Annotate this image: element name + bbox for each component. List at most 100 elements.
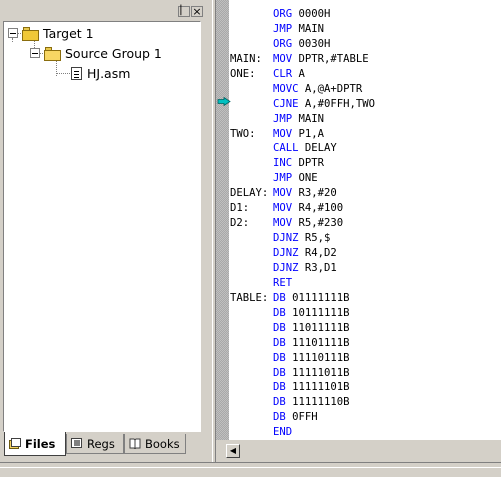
code-mnemonic: DB (273, 291, 286, 304)
code-label: ONE: (230, 67, 256, 80)
tab-label: Books (145, 436, 180, 451)
code-line[interactable]: DB 0FFH (230, 410, 375, 425)
code-mnemonic: MOV (273, 217, 293, 230)
code-line[interactable]: CALL DELAY (230, 141, 375, 156)
code-line[interactable]: DJNZ R4,D2 (230, 246, 375, 261)
code-mnemonic: INC (273, 157, 293, 170)
code-line[interactable]: MOVC A,@A+DPTR (230, 82, 375, 97)
code-mnemonic: DJNZ (273, 247, 299, 259)
code-line[interactable]: JMP MAIN (230, 112, 375, 127)
code-operands: DPTR,#TABLE (298, 52, 369, 65)
code-line[interactable]: DELAY: MOV R3,#20 (230, 186, 375, 201)
tree-node-source-group[interactable]: Source Group 1 (30, 44, 162, 62)
code-mnemonic: DJNZ (273, 232, 299, 245)
code-operands: 01111111B (292, 291, 350, 304)
code-mnemonic: ORG (273, 37, 293, 50)
code-mnemonic: MOVC (273, 82, 299, 95)
code-line[interactable]: D1: MOV R4,#100 (230, 201, 375, 216)
code-operands: R4,D2 (304, 247, 337, 259)
code-operands: R3,D1 (304, 261, 337, 274)
tab-files[interactable]: Files (4, 432, 66, 456)
code-mnemonic: DB (273, 396, 286, 409)
code-mnemonic: CALL (273, 142, 299, 155)
close-pane-button[interactable]: × (191, 6, 203, 17)
code-operands: MAIN (298, 112, 325, 125)
code-operands: 11101111B (292, 336, 350, 349)
code-line[interactable]: JMP ONE (230, 171, 375, 186)
code-line[interactable]: END (230, 425, 375, 440)
code-line[interactable]: MAIN: MOV DPTR,#TABLE (230, 52, 375, 67)
code-operands: R3,#20 (298, 187, 337, 200)
code-label: TABLE: (230, 291, 269, 304)
asm-file-icon (71, 66, 82, 80)
code-mnemonic: DB (273, 366, 286, 379)
code-line[interactable]: ORG 0030H (230, 37, 375, 52)
code-mnemonic: DB (273, 336, 286, 349)
tab-label: Regs (87, 436, 115, 451)
code-label: MAIN: (230, 52, 262, 65)
code-editor[interactable]: ORG 0000H JMP MAIN ORG 0030H MAIN: MOV DPTR,… (216, 0, 501, 440)
tab-regs[interactable]: Regs (66, 434, 124, 454)
folder-icon (44, 46, 61, 61)
horizontal-scrollbar[interactable]: ◀ (216, 440, 501, 462)
code-line[interactable]: JMP MAIN (230, 22, 375, 37)
code-mnemonic: ORG (273, 8, 293, 20)
code-mnemonic: END (273, 426, 293, 439)
code-mnemonic: DB (273, 411, 286, 424)
project-pane: ▏ × Target 1 Source Group 1 HJ.asm Files… (0, 0, 212, 462)
code-operands: A,#0FFH,TWO (304, 97, 376, 110)
code-line[interactable]: DB 11111011B (230, 366, 375, 381)
code-line[interactable]: INC DPTR (230, 156, 375, 171)
pane-titlebar: ▏ × (0, 0, 212, 20)
code-operands: 11110111B (292, 351, 350, 364)
books-icon (129, 438, 141, 450)
code-operands: 11011111B (292, 321, 350, 334)
scroll-indicator-icon[interactable]: ▏ (178, 6, 190, 17)
scroll-left-arrow-icon[interactable]: ◀ (226, 444, 240, 458)
target-folder-icon (22, 26, 39, 41)
code-line[interactable]: ONE: CLR A (230, 67, 375, 82)
editor-gutter[interactable] (216, 0, 229, 440)
code-line[interactable]: DB 11111110B (230, 395, 375, 410)
code-operands: 11111101B (292, 381, 350, 394)
code-operands: R5,#230 (298, 217, 344, 230)
code-operands: A,@A+DPTR (304, 82, 363, 95)
code-line[interactable]: TWO: MOV P1,A (230, 127, 375, 142)
tab-label: Files (25, 436, 56, 451)
code-line[interactable]: ORG 0000H (230, 7, 375, 22)
tab-books[interactable]: Books (124, 434, 186, 454)
code-line[interactable]: TABLE: DB 01111111B (230, 291, 375, 306)
code-line[interactable]: DJNZ R5,$ (230, 231, 375, 246)
code-line[interactable]: DJNZ R3,D1 (230, 261, 375, 276)
arrow-icon (217, 97, 231, 106)
code-line[interactable]: DB 11111101B (230, 380, 375, 395)
code-line[interactable]: DB 11101111B (230, 336, 375, 351)
code-operands: 0030H (298, 37, 331, 50)
tree-node-file[interactable]: HJ.asm (71, 64, 130, 82)
code-line[interactable]: D2: MOV R5,#230 (230, 216, 375, 231)
code-mnemonic: DJNZ (273, 261, 299, 274)
code-line[interactable]: CJNE A,#0FFH,TWO (230, 97, 375, 112)
collapse-toggle-icon[interactable] (8, 28, 18, 38)
tree-node-label: HJ.asm (87, 65, 131, 81)
code-mnemonic: MOV (273, 127, 293, 140)
code-operands: DELAY (304, 142, 337, 155)
code-mnemonic: RET (273, 276, 293, 289)
code-mnemonic: JMP (273, 172, 293, 185)
code-operands: 0FFH (292, 411, 318, 424)
code-label: D1: (230, 202, 250, 215)
code-operands: R4,#100 (298, 202, 344, 215)
code-line[interactable]: DB 11011111B (230, 321, 375, 336)
code-label: D2: (230, 217, 250, 230)
project-tab-strip: Files Regs Books (0, 432, 212, 462)
code-line[interactable]: DB 10111111B (230, 306, 375, 321)
code-mnemonic: JMP (273, 112, 293, 125)
tree-node-target[interactable]: Target 1 (8, 24, 94, 42)
code-operands: ONE (298, 172, 318, 185)
code-operands: A (298, 67, 305, 80)
code-line[interactable]: RET (230, 276, 375, 291)
code-line[interactable]: DB 11110111B (230, 351, 375, 366)
tree-node-label: Source Group 1 (65, 45, 162, 61)
collapse-toggle-icon[interactable] (30, 48, 40, 58)
regs-icon (71, 438, 83, 449)
